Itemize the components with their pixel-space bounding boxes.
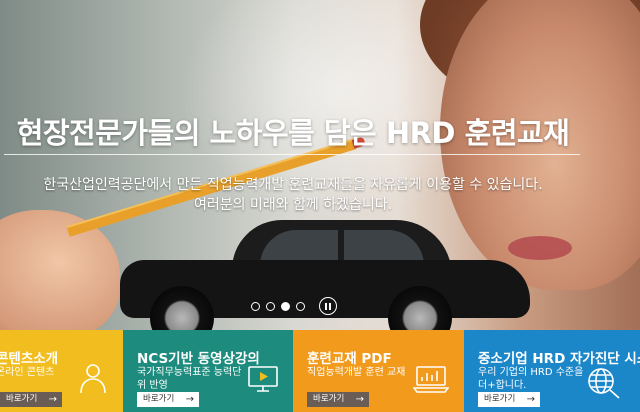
slide-indicator <box>251 297 337 315</box>
video-monitor-icon <box>247 364 279 398</box>
hero-headline: 현장전문가들의 노하우를 담은 HRD 훈련교재 <box>16 116 570 150</box>
card-ncs-video[interactable]: NCS기반 동영상강의 국가직무능력표준 능력단위 반영 바로가기 → <box>123 330 293 412</box>
go-button-label: 바로가기 <box>6 394 38 404</box>
card-description: 국가직무능력표준 능력단위 반영 <box>137 367 242 391</box>
hero-banner: 현장전문가들의 노하우를 담은 HRD 훈련교재 한국산업인력공단에서 만든 직… <box>0 0 640 330</box>
slide-dot-1[interactable] <box>251 301 260 311</box>
chart-monitor-icon <box>412 364 450 398</box>
card-contents-intro[interactable]: 콘텐츠소개 온라인 콘텐츠 바로가기 → <box>0 330 123 412</box>
go-button-label: 바로가기 <box>143 394 175 404</box>
hero-subtitle-line1: 한국산업인력공단에서 만든 직업능력개발 훈련교재들을 자유롭게 이용할 수 있… <box>43 177 543 193</box>
card-go-button[interactable]: 바로가기 → <box>137 392 199 407</box>
headline-divider <box>4 154 580 155</box>
hand-image <box>0 210 120 330</box>
card-hrd-self-diagnosis[interactable]: 중소기업 HRD 자가진단 시스템 우리 기업의 HRD 수준을 더+합니다. … <box>464 330 640 412</box>
arrow-right-icon: → <box>48 394 57 405</box>
service-cards: 콘텐츠소개 온라인 콘텐츠 바로가기 → NCS기반 동영상강의 국가직무능력표… <box>0 330 640 412</box>
card-title: 콘텐츠소개 <box>0 351 59 367</box>
card-title: 훈련교재 PDF <box>307 351 392 367</box>
card-description: 온라인 콘텐츠 <box>0 367 55 378</box>
card-title: NCS기반 동영상강의 <box>137 351 260 367</box>
arrow-right-icon: → <box>526 394 535 405</box>
arrow-right-icon: → <box>355 394 364 405</box>
slide-dot-4[interactable] <box>296 301 305 311</box>
card-go-button[interactable]: 바로가기 → <box>478 392 540 407</box>
card-textbook-pdf[interactable]: 훈련교재 PDF 직업능력개발 훈련 교재 바로가기 → <box>293 330 464 412</box>
pause-icon[interactable] <box>319 297 337 315</box>
go-button-label: 바로가기 <box>484 394 516 404</box>
hero-subtitle-line2: 여러분의 미래와 함께 하겠습니다. <box>193 197 393 213</box>
card-description: 우리 기업의 HRD 수준을 더+합니다. <box>478 367 584 391</box>
card-go-button[interactable]: 바로가기 → <box>0 392 62 407</box>
go-button-label: 바로가기 <box>313 394 345 404</box>
person-icon <box>78 362 108 398</box>
globe-search-icon <box>586 366 622 404</box>
card-description: 직업능력개발 훈련 교재 <box>307 367 406 378</box>
card-go-button[interactable]: 바로가기 → <box>307 392 369 407</box>
slide-dot-3[interactable] <box>281 301 290 311</box>
card-title: 중소기업 HRD 자가진단 시스템 <box>478 351 640 367</box>
slide-dot-2[interactable] <box>266 301 275 311</box>
arrow-right-icon: → <box>185 394 194 405</box>
